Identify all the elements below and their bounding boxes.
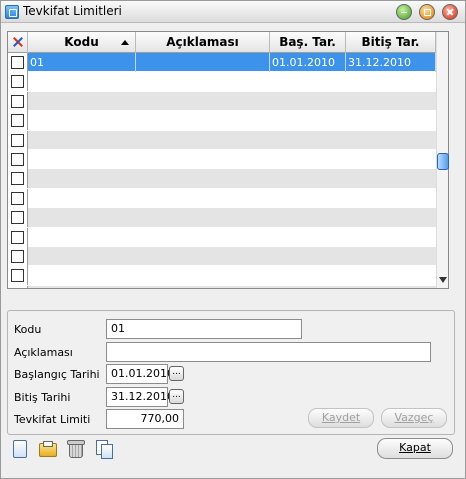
maximize-icon xyxy=(420,5,434,19)
row-checkbox[interactable] xyxy=(11,114,24,128)
kodu-label: Kodu xyxy=(14,323,42,336)
grid-rows: 01 01.01.2010 31.12.2010 xyxy=(8,53,436,288)
scroll-down-icon[interactable] xyxy=(439,277,447,283)
delete-trash-icon[interactable] xyxy=(65,438,85,458)
row-checkbox[interactable] xyxy=(11,230,24,244)
cell-kodu: 01 xyxy=(28,53,136,72)
bitis-date-picker-button[interactable]: ... xyxy=(169,389,184,404)
table-row[interactable] xyxy=(8,208,436,228)
baslangic-tarihi-field[interactable]: 01.01.2010 xyxy=(106,364,174,384)
table-row[interactable] xyxy=(8,227,436,247)
window-title: Tevkifat Limitleri xyxy=(23,4,122,18)
baslangic-tarihi-label: Başlangıç Tarihi xyxy=(14,368,100,381)
aciklamasi-field[interactable] xyxy=(106,342,431,362)
close-button[interactable] xyxy=(442,4,458,20)
cell-aciklamasi xyxy=(136,53,270,72)
kodu-field[interactable]: 01 xyxy=(106,319,302,339)
detail-form: Kodu 01 Açıklaması Başlangıç Tarihi 01.0… xyxy=(7,310,455,435)
column-header-aciklamasi[interactable]: Açıklaması xyxy=(136,32,270,53)
row-checkbox[interactable] xyxy=(11,152,24,166)
table-row[interactable]: 01 01.01.2010 31.12.2010 xyxy=(8,53,436,73)
tevkifat-limiti-label: Tevkifat Limiti xyxy=(14,413,91,426)
row-checkbox[interactable] xyxy=(11,269,24,283)
table-row[interactable] xyxy=(8,285,436,288)
baslangic-date-picker-button[interactable]: ... xyxy=(169,366,184,381)
kapat-button[interactable]: Kapat xyxy=(377,438,453,459)
select-all-icon xyxy=(11,35,25,49)
open-folder-icon[interactable] xyxy=(37,438,57,458)
bitis-tarihi-field[interactable]: 31.12.2010 xyxy=(106,387,174,407)
table-row[interactable] xyxy=(8,149,436,170)
table-row[interactable] xyxy=(8,72,436,92)
table-row[interactable] xyxy=(8,91,436,112)
table-row[interactable] xyxy=(8,266,436,286)
close-icon xyxy=(443,5,457,19)
kaydet-button[interactable]: Kaydet xyxy=(308,408,374,428)
row-checkbox[interactable] xyxy=(11,75,24,89)
new-document-icon[interactable] xyxy=(9,438,29,458)
cell-bitis-tar: 31.12.2010 xyxy=(346,53,436,72)
row-checkbox[interactable] xyxy=(11,133,24,147)
vazgec-button[interactable]: Vazgeç xyxy=(381,408,447,428)
app-icon xyxy=(5,5,19,19)
copy-document-icon[interactable] xyxy=(94,438,114,459)
row-checkbox[interactable] xyxy=(11,94,24,108)
tevkifat-limiti-field[interactable]: 770,00 xyxy=(106,409,184,429)
table-row[interactable] xyxy=(8,188,436,209)
table-row[interactable] xyxy=(8,246,436,267)
column-header-bas-tar[interactable]: Baş. Tar. xyxy=(270,32,346,53)
select-all-button[interactable] xyxy=(8,32,28,53)
row-checkbox[interactable] xyxy=(11,249,24,263)
minimize-button[interactable] xyxy=(396,4,412,20)
limits-grid: Kodu Açıklaması Baş. Tar. Bitiş Tar. 01 … xyxy=(7,31,449,289)
column-header-kodu[interactable]: Kodu xyxy=(28,32,136,53)
column-header-bitis-tar[interactable]: Bitiş Tar. xyxy=(346,32,436,53)
vertical-scroll-thumb[interactable] xyxy=(437,153,449,170)
maximize-button[interactable] xyxy=(419,4,435,20)
bitis-tarihi-label: Bitiş Tarihi xyxy=(14,391,71,404)
row-checkbox[interactable] xyxy=(11,172,24,186)
row-checkbox[interactable] xyxy=(11,191,24,205)
aciklamasi-label: Açıklaması xyxy=(14,346,73,359)
title-bar: Tevkifat Limitleri xyxy=(1,1,465,23)
table-row[interactable] xyxy=(8,130,436,150)
sort-ascending-icon xyxy=(121,40,129,45)
table-row[interactable] xyxy=(8,169,436,189)
table-row[interactable] xyxy=(8,111,436,131)
window: Tevkifat Limitleri Kodu Açıklaması Baş. … xyxy=(0,0,466,479)
row-checkbox[interactable] xyxy=(11,211,24,225)
cell-bas-tar: 01.01.2010 xyxy=(270,53,346,72)
grid-header: Kodu Açıklaması Baş. Tar. Bitiş Tar. xyxy=(8,32,436,53)
minimize-icon xyxy=(397,5,411,19)
row-checkbox[interactable] xyxy=(11,56,24,69)
